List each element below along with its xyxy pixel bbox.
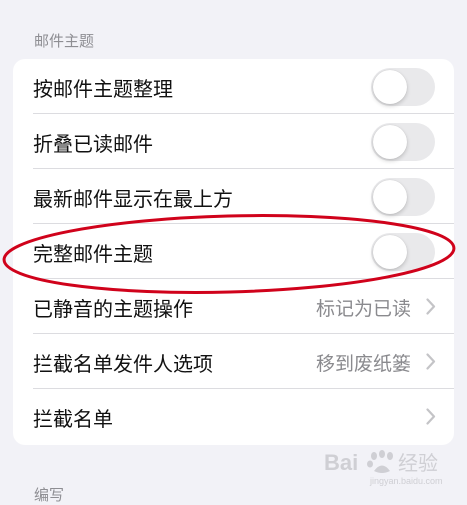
row-organize-by-thread[interactable]: 按邮件主题整理: [13, 59, 454, 114]
row-label: 完整邮件主题: [33, 242, 153, 266]
complete-threads-toggle[interactable]: [371, 233, 435, 271]
row-muted-thread-action[interactable]: 已静音的主题操作 标记为已读: [13, 279, 454, 334]
toggle-knob: [373, 125, 407, 159]
row-complete-threads[interactable]: 完整邮件主题: [13, 224, 454, 279]
svg-text:Bai: Bai: [324, 450, 358, 475]
organize-by-thread-toggle[interactable]: [371, 68, 435, 106]
row-label: 拦截名单: [33, 407, 113, 431]
row-label: 按邮件主题整理: [33, 77, 173, 101]
row-label: 已静音的主题操作: [33, 297, 193, 321]
row-label: 折叠已读邮件: [33, 132, 153, 156]
row-blocked[interactable]: 拦截名单: [13, 389, 454, 444]
svg-text:经验: 经验: [398, 451, 438, 475]
chevron-right-icon: [426, 408, 436, 425]
blocked-sender-options-value: 移到废纸篓: [315, 353, 411, 375]
row-label: 拦截名单发件人选项: [33, 352, 213, 376]
section-header-mail-threads: 邮件主题: [34, 32, 95, 50]
row-most-recent-on-top[interactable]: 最新邮件显示在最上方: [13, 169, 454, 224]
svg-text:jingyan.baidu.com: jingyan.baidu.com: [369, 476, 443, 486]
toggle-knob: [373, 70, 407, 104]
section-header-compose: 编写: [34, 486, 65, 504]
muted-thread-action-value: 标记为已读: [315, 298, 411, 320]
row-label: 最新邮件显示在最上方: [33, 187, 233, 211]
row-collapse-read[interactable]: 折叠已读邮件: [13, 114, 454, 169]
chevron-right-icon: [426, 298, 436, 315]
most-recent-on-top-toggle[interactable]: [371, 178, 435, 216]
collapse-read-toggle[interactable]: [371, 123, 435, 161]
baidu-jingyan-watermark: Bai 经验 jingyan.baidu.com: [324, 450, 443, 486]
toggle-knob: [373, 180, 407, 214]
toggle-knob: [373, 235, 407, 269]
chevron-right-icon: [426, 353, 436, 370]
settings-card: 按邮件主题整理 折叠已读邮件 最新邮件显示在最上方 完整邮件主题 已静音的主题操…: [13, 59, 454, 445]
row-blocked-sender-options[interactable]: 拦截名单发件人选项 移到废纸篓: [13, 334, 454, 389]
